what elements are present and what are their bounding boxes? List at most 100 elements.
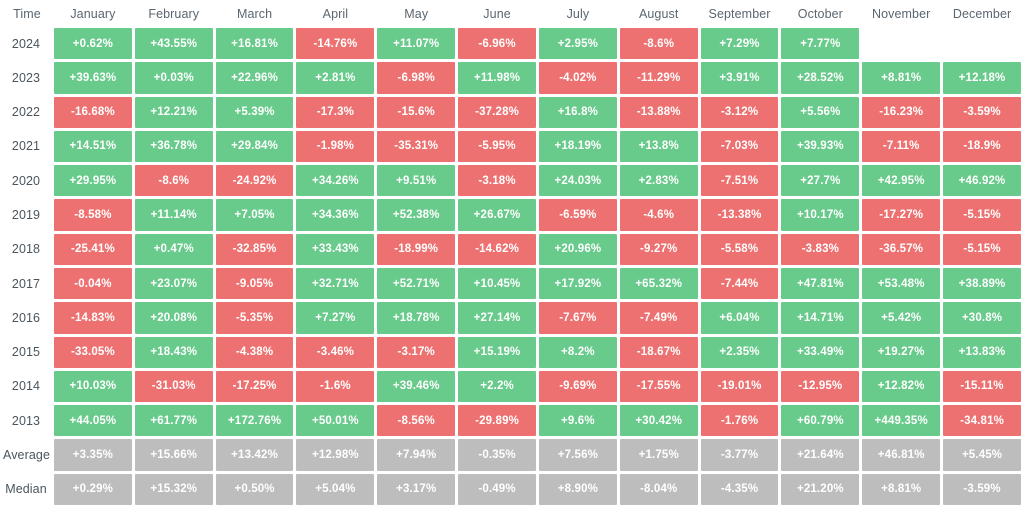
heatmap-cell[interactable]: +20.08% — [134, 302, 213, 334]
heatmap-cell[interactable]: +33.43% — [296, 233, 375, 265]
heatmap-cell[interactable]: +12.98% — [296, 439, 375, 471]
heatmap-cell[interactable]: -14.83% — [54, 302, 132, 334]
heatmap-cell[interactable]: -3.77% — [700, 439, 779, 471]
heatmap-cell[interactable]: -13.88% — [619, 96, 698, 128]
heatmap-cell[interactable]: +23.07% — [134, 267, 213, 300]
heatmap-cell[interactable]: +39.63% — [54, 62, 132, 94]
heatmap-cell[interactable]: +28.52% — [781, 62, 860, 94]
heatmap-cell[interactable]: +53.48% — [862, 267, 941, 300]
heatmap-cell[interactable]: -5.95% — [458, 130, 536, 163]
heatmap-cell[interactable]: +14.51% — [54, 130, 132, 163]
heatmap-cell[interactable]: -6.96% — [458, 28, 536, 60]
heatmap-cell[interactable]: +13.83% — [943, 336, 1021, 368]
heatmap-cell[interactable]: +26.67% — [458, 199, 536, 231]
heatmap-cell[interactable]: -7.51% — [700, 165, 779, 197]
heatmap-cell[interactable]: +12.18% — [943, 62, 1021, 94]
heatmap-cell[interactable]: +449.35% — [862, 405, 941, 437]
heatmap-cell[interactable]: -7.67% — [538, 302, 617, 334]
heatmap-cell[interactable]: +5.45% — [943, 439, 1021, 471]
heatmap-cell[interactable]: +7.29% — [700, 28, 779, 60]
heatmap-cell[interactable]: +27.14% — [458, 302, 536, 334]
heatmap-cell[interactable]: +18.43% — [134, 336, 213, 368]
heatmap-cell[interactable]: +46.92% — [943, 165, 1021, 197]
heatmap-cell[interactable]: -3.83% — [781, 233, 860, 265]
heatmap-cell[interactable]: +172.76% — [215, 405, 294, 437]
heatmap-cell[interactable]: -36.57% — [862, 233, 941, 265]
heatmap-cell[interactable]: -14.76% — [296, 28, 375, 60]
heatmap-cell[interactable]: +8.2% — [538, 336, 617, 368]
heatmap-cell[interactable]: -8.04% — [619, 473, 698, 505]
heatmap-cell[interactable]: +3.17% — [377, 473, 456, 505]
heatmap-cell[interactable]: +3.35% — [54, 439, 132, 471]
heatmap-cell[interactable]: -16.68% — [54, 96, 132, 128]
heatmap-cell[interactable]: +12.82% — [862, 370, 941, 403]
heatmap-cell[interactable]: +15.32% — [134, 473, 213, 505]
heatmap-cell[interactable]: -15.6% — [377, 96, 456, 128]
heatmap-cell[interactable]: -1.6% — [296, 370, 375, 403]
heatmap-cell[interactable]: +33.49% — [781, 336, 860, 368]
heatmap-cell[interactable]: -5.15% — [943, 199, 1021, 231]
heatmap-cell[interactable]: -31.03% — [134, 370, 213, 403]
heatmap-cell[interactable]: -4.6% — [619, 199, 698, 231]
heatmap-cell[interactable]: +61.77% — [134, 405, 213, 437]
heatmap-cell[interactable]: -5.15% — [943, 233, 1021, 265]
heatmap-cell[interactable]: +60.79% — [781, 405, 860, 437]
heatmap-cell[interactable]: -35.31% — [377, 130, 456, 163]
heatmap-cell[interactable]: -3.17% — [377, 336, 456, 368]
heatmap-cell[interactable]: -33.05% — [54, 336, 132, 368]
heatmap-cell[interactable]: +24.03% — [538, 165, 617, 197]
heatmap-cell[interactable]: +8.81% — [862, 62, 941, 94]
heatmap-cell[interactable]: +5.04% — [296, 473, 375, 505]
heatmap-cell[interactable]: +22.96% — [215, 62, 294, 94]
heatmap-cell[interactable]: -16.23% — [862, 96, 941, 128]
heatmap-cell[interactable]: -8.6% — [619, 28, 698, 60]
heatmap-cell[interactable]: +42.95% — [862, 165, 941, 197]
heatmap-cell[interactable]: +14.71% — [781, 302, 860, 334]
heatmap-cell[interactable]: -18.67% — [619, 336, 698, 368]
heatmap-cell[interactable]: +34.36% — [296, 199, 375, 231]
heatmap-cell[interactable]: +29.84% — [215, 130, 294, 163]
heatmap-cell[interactable]: +19.27% — [862, 336, 941, 368]
heatmap-cell[interactable]: -4.02% — [538, 62, 617, 94]
heatmap-cell[interactable]: -8.6% — [134, 165, 213, 197]
heatmap-cell[interactable]: +2.81% — [296, 62, 375, 94]
heatmap-cell[interactable]: -4.35% — [700, 473, 779, 505]
heatmap-cell[interactable]: +65.32% — [619, 267, 698, 300]
heatmap-cell[interactable]: +16.81% — [215, 28, 294, 60]
heatmap-cell[interactable]: -3.59% — [943, 96, 1021, 128]
heatmap-cell[interactable]: +38.89% — [943, 267, 1021, 300]
heatmap-cell[interactable]: -17.27% — [862, 199, 941, 231]
heatmap-cell[interactable]: +7.94% — [377, 439, 456, 471]
heatmap-cell[interactable]: +7.77% — [781, 28, 860, 60]
heatmap-cell[interactable]: +10.03% — [54, 370, 132, 403]
heatmap-cell[interactable]: -12.95% — [781, 370, 860, 403]
heatmap-cell[interactable]: +47.81% — [781, 267, 860, 300]
heatmap-cell[interactable]: +10.17% — [781, 199, 860, 231]
heatmap-cell[interactable]: -17.55% — [619, 370, 698, 403]
heatmap-cell[interactable]: +52.38% — [377, 199, 456, 231]
heatmap-cell[interactable]: -14.62% — [458, 233, 536, 265]
heatmap-cell[interactable]: +50.01% — [296, 405, 375, 437]
heatmap-cell[interactable]: -24.92% — [215, 165, 294, 197]
heatmap-cell[interactable]: -0.04% — [54, 267, 132, 300]
heatmap-cell[interactable]: -29.89% — [458, 405, 536, 437]
heatmap-cell[interactable]: +13.8% — [619, 130, 698, 163]
heatmap-cell[interactable]: +17.92% — [538, 267, 617, 300]
heatmap-cell[interactable]: +43.55% — [134, 28, 213, 60]
heatmap-cell[interactable]: +44.05% — [54, 405, 132, 437]
heatmap-cell[interactable]: -5.58% — [700, 233, 779, 265]
heatmap-cell[interactable]: -7.11% — [862, 130, 941, 163]
heatmap-cell[interactable]: +32.71% — [296, 267, 375, 300]
heatmap-cell[interactable]: +18.19% — [538, 130, 617, 163]
heatmap-cell[interactable]: +12.21% — [134, 96, 213, 128]
heatmap-cell[interactable]: +2.83% — [619, 165, 698, 197]
heatmap-cell[interactable]: +9.51% — [377, 165, 456, 197]
heatmap-cell[interactable]: +30.42% — [619, 405, 698, 437]
heatmap-cell[interactable]: -0.35% — [458, 439, 536, 471]
heatmap-cell[interactable]: -6.98% — [377, 62, 456, 94]
heatmap-cell[interactable]: +2.95% — [538, 28, 617, 60]
heatmap-cell[interactable]: +34.26% — [296, 165, 375, 197]
heatmap-cell[interactable]: -32.85% — [215, 233, 294, 265]
heatmap-cell[interactable]: +18.78% — [377, 302, 456, 334]
heatmap-cell[interactable]: +27.7% — [781, 165, 860, 197]
